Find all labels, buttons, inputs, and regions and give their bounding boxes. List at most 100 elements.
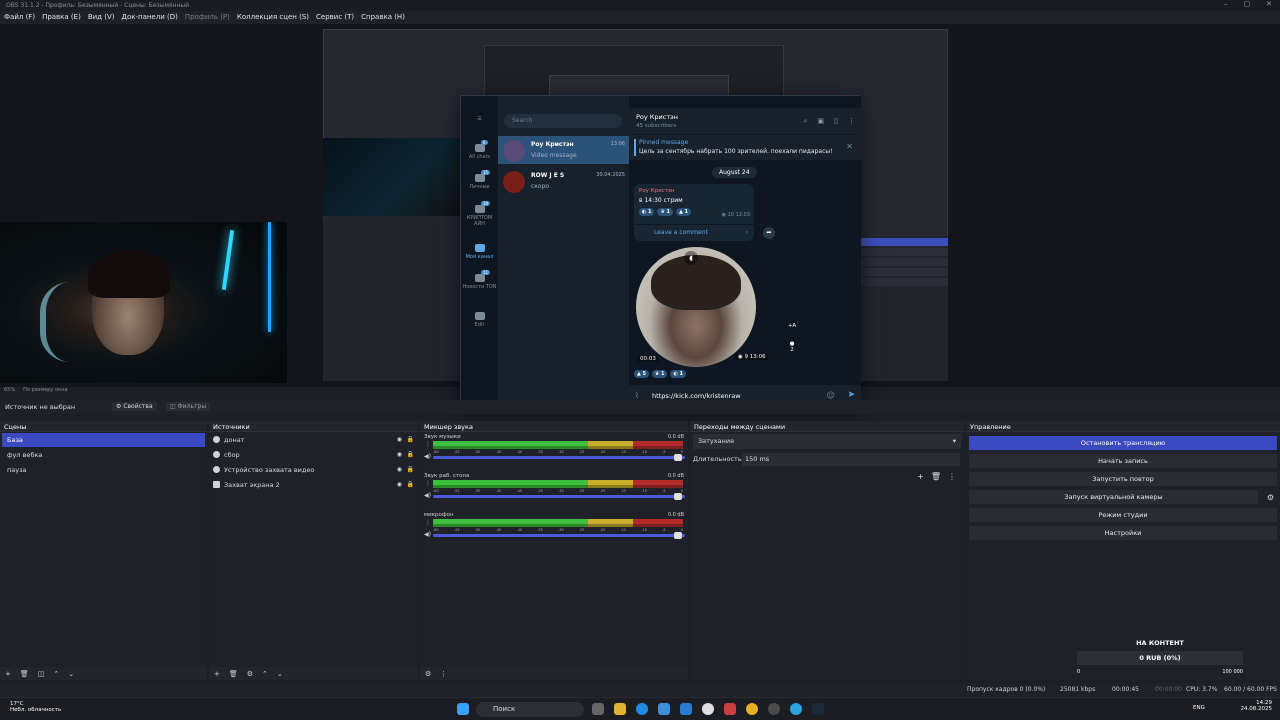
more-icon[interactable]: ⋮ (425, 519, 431, 526)
folder-ton-news[interactable]: 11 Новости TON (461, 270, 498, 290)
source-item[interactable]: Устройство захвата видео ◉ 🔒 (209, 462, 418, 477)
weather-widget[interactable]: 17°C Небл. облачность (10, 701, 61, 713)
source-item[interactable]: Захват экрана 2 ◉ 🔒 (209, 477, 418, 492)
menu-scene-collection[interactable]: Коллекция сцен (S) (237, 13, 309, 22)
trash-icon[interactable]: 🗑 (229, 670, 238, 678)
send-icon[interactable]: ➤ (847, 390, 855, 400)
comments-icon[interactable]: ▣ (818, 117, 825, 126)
filters-button[interactable]: ◫ Фильтры (166, 402, 211, 411)
telegram-search-input[interactable]: Search (504, 114, 622, 128)
more-icon[interactable]: ⋮ (425, 441, 431, 448)
translate-button[interactable]: +A (785, 323, 799, 335)
duration-input[interactable]: 150 ms (742, 453, 960, 466)
eye-icon[interactable]: ◉ (397, 436, 402, 443)
up-icon[interactable]: ⌃ (53, 670, 59, 678)
scale-mode[interactable]: По размеру окна (23, 387, 67, 395)
source-item[interactable]: сбор ◉ 🔒 (209, 447, 418, 462)
minimize-icon[interactable]: – (1224, 0, 1228, 11)
search-icon[interactable]: ⌕ (804, 117, 808, 126)
transition-select[interactable]: Затухание ▾ (693, 434, 961, 449)
speaker-icon[interactable]: ◀) (424, 531, 431, 538)
start-recording-button[interactable]: Начать запись (969, 454, 1277, 468)
folder-edit[interactable]: Edit (461, 312, 498, 328)
volume-slider[interactable] (433, 456, 685, 459)
folder-personal[interactable]: 15 Личные (461, 170, 498, 190)
start-icon[interactable] (457, 703, 469, 715)
lock-icon[interactable]: 🔒 (407, 436, 414, 443)
trash-icon[interactable]: 🗑 (20, 670, 29, 678)
maximize-icon[interactable]: ▢ (1244, 0, 1251, 11)
eye-icon[interactable]: ◉ (397, 466, 402, 473)
settings-button[interactable]: Настройки (969, 526, 1277, 540)
lock-icon[interactable]: 🔒 (407, 481, 414, 488)
eye-icon[interactable]: ◉ (397, 481, 402, 488)
mute-icon[interactable]: ◖ (684, 251, 698, 265)
app-icon[interactable] (724, 703, 736, 715)
menu-docks[interactable]: Док-панели (D) (121, 13, 177, 22)
properties-button[interactable]: ⚙ Свойства (112, 402, 157, 411)
folder-icon[interactable] (614, 703, 626, 715)
reaction[interactable]: ♛ 1 (657, 208, 673, 216)
gear-icon[interactable]: ⚙ (425, 670, 431, 678)
more-icon[interactable]: ⋮ (425, 480, 431, 487)
share-icon[interactable]: ➦ (763, 227, 775, 239)
pinned-message[interactable]: Pinned message Цель за сентябрь набрать … (629, 134, 861, 160)
close-icon[interactable]: ✕ (846, 142, 853, 151)
more-icon[interactable]: ⋮ (440, 670, 447, 678)
chrome-icon[interactable] (746, 703, 758, 715)
volume-knob[interactable] (674, 532, 682, 539)
speaker-icon[interactable]: ◀) (424, 492, 431, 499)
folder-all-chats[interactable]: 6 All chats (461, 140, 498, 160)
reaction[interactable]: ♛ 1 (651, 370, 668, 378)
webcam-source[interactable] (0, 222, 287, 383)
scene-item[interactable]: фул вебка (2, 448, 205, 462)
filter-icon[interactable]: ◫ (38, 670, 45, 678)
sidebar-icon[interactable]: ▯ (834, 117, 838, 126)
yandex-icon[interactable] (702, 703, 714, 715)
attach-icon[interactable]: ⌇ (635, 391, 639, 400)
chat-item[interactable]: ROW J E S скоро 30.04.2025 (498, 167, 629, 195)
menu-icon[interactable]: ☰ (461, 116, 498, 122)
edge-icon[interactable] (636, 703, 648, 715)
obs-icon[interactable] (768, 703, 780, 715)
language-indicator[interactable]: ENG (1193, 705, 1205, 711)
chat-item[interactable]: Роу Кристэн Video message 13:06 (498, 136, 629, 164)
studio-mode-button[interactable]: Режим студии (969, 508, 1277, 522)
speaker-icon[interactable]: ◀) (424, 453, 431, 460)
lock-icon[interactable]: 🔒 (407, 451, 414, 458)
chat-header[interactable]: Роу Кристэн 45 subscribers ⌕ ▣ ▯ ⋮ (629, 108, 861, 134)
menu-help[interactable]: Справка (H) (361, 13, 405, 22)
telegram-icon[interactable] (790, 703, 802, 715)
volume-knob[interactable] (674, 454, 682, 461)
menu-tools[interactable]: Сервис (T) (316, 13, 354, 22)
eye-icon[interactable]: ◉ (397, 451, 402, 458)
reaction[interactable]: ▲ 5 (634, 370, 649, 378)
clock[interactable]: 14:29 24.08.2025 (1241, 700, 1273, 712)
gear-icon[interactable]: ⚙ (1267, 493, 1274, 502)
store-icon[interactable] (658, 703, 670, 715)
volume-slider[interactable] (433, 534, 685, 537)
close-icon[interactable]: ✕ (1266, 0, 1272, 11)
source-item[interactable]: донат ◉ 🔒 (209, 432, 418, 447)
folder-crypto[interactable]: 18 КРИПТОМ АЙН (461, 201, 498, 227)
comments-button[interactable]: ● 2 (785, 341, 799, 361)
gear-icon[interactable]: ⚙ (247, 670, 253, 678)
trash-icon[interactable]: 🗑 (931, 472, 941, 481)
reaction[interactable]: ▲ 1 (676, 208, 691, 216)
emoji-icon[interactable]: ☺ (827, 391, 835, 400)
up-icon[interactable]: ⌃ (262, 670, 268, 678)
folder-my-channel[interactable]: Мой канал (461, 244, 498, 260)
add-icon[interactable]: + (5, 670, 11, 678)
scene-item[interactable]: База (2, 433, 205, 447)
more-icon[interactable]: ⋮ (948, 472, 956, 481)
stop-stream-button[interactable]: Остановить трансляцию (969, 436, 1277, 450)
menu-profile[interactable]: Профиль (P) (185, 13, 230, 22)
reaction[interactable]: ◐ 1 (670, 370, 686, 378)
video-message[interactable] (636, 247, 756, 367)
lock-icon[interactable]: 🔒 (407, 466, 414, 473)
more-icon[interactable]: ⋮ (848, 117, 855, 126)
message-input[interactable]: https://kick.com/kristenraw (652, 392, 741, 400)
mail-icon[interactable] (680, 703, 692, 715)
menu-view[interactable]: Вид (V) (88, 13, 115, 22)
zoom-level[interactable]: 65% (4, 387, 15, 395)
